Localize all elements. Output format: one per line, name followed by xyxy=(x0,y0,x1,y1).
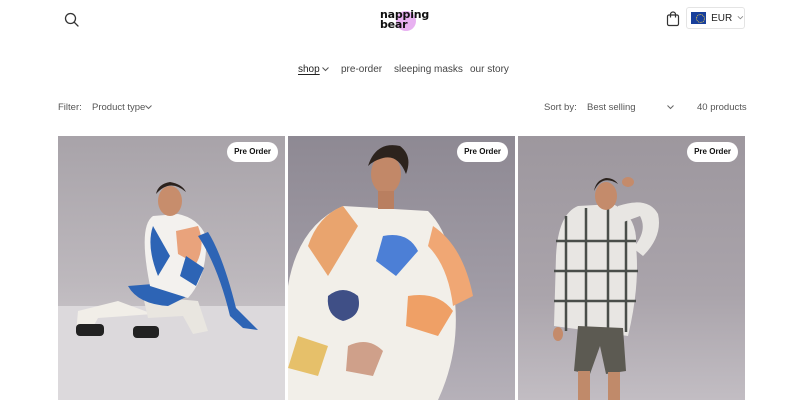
sort-select[interactable]: Best selling xyxy=(587,102,636,113)
logo-wordmark: napping bear xyxy=(380,9,429,31)
product-grid: Pre Order Pre Order Pre Order xyxy=(58,136,745,400)
pre-order-badge: Pre Order xyxy=(227,142,278,162)
chevron-down-icon xyxy=(737,16,744,20)
brand-logo[interactable]: napping bear xyxy=(376,7,429,33)
product-image xyxy=(288,145,473,400)
product-card[interactable]: Pre Order xyxy=(288,136,515,400)
product-image xyxy=(58,182,285,400)
collection-toolbar: Filter: Product type Sort by: Best selli… xyxy=(0,102,800,116)
pre-order-badge: Pre Order xyxy=(687,142,738,162)
product-type-filter[interactable]: Product type xyxy=(92,102,145,113)
filter-label: Filter: xyxy=(58,102,82,113)
product-count: 40 products xyxy=(697,102,747,113)
logo-line-2: bear xyxy=(380,18,408,31)
cart-button[interactable] xyxy=(663,9,683,29)
product-card[interactable]: Pre Order xyxy=(58,136,285,400)
product-image xyxy=(553,177,659,400)
site-header: napping bear EUR xyxy=(0,0,800,40)
sort-label: Sort by: xyxy=(544,102,577,113)
shopping-bag-icon xyxy=(666,11,680,27)
main-nav: shop pre-order sleeping masks our story xyxy=(0,64,800,78)
currency-selector[interactable]: EUR xyxy=(686,7,745,29)
chevron-down-icon[interactable] xyxy=(322,67,329,72)
nav-item-label: shop xyxy=(298,64,320,75)
chevron-down-icon[interactable] xyxy=(667,105,674,110)
nav-item-pre-order[interactable]: pre-order xyxy=(341,64,382,75)
chevron-down-icon[interactable] xyxy=(145,105,152,110)
nav-item-our-story[interactable]: our story xyxy=(470,64,509,75)
search-button[interactable] xyxy=(62,10,82,30)
eu-flag-icon xyxy=(691,12,707,24)
search-icon xyxy=(64,12,79,27)
product-card[interactable]: Pre Order xyxy=(518,136,745,400)
nav-item-sleeping-masks[interactable]: sleeping masks xyxy=(394,64,463,75)
pre-order-badge: Pre Order xyxy=(457,142,508,162)
nav-item-shop[interactable]: shop xyxy=(298,64,320,75)
currency-code: EUR xyxy=(711,12,733,24)
